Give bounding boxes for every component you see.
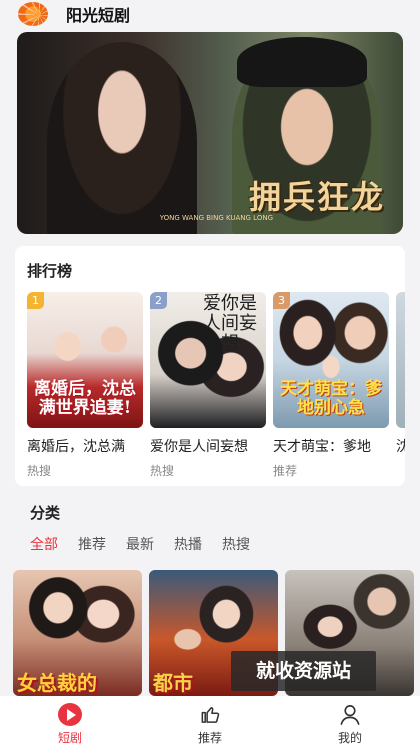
- ranking-poster-3[interactable]: 3 天才萌宝：爹地别心急: [273, 292, 389, 428]
- poster-title-3: 天才萌宝：爹地别心急: [280, 379, 382, 418]
- sun-logo-icon: [18, 2, 48, 26]
- ranking-item-2[interactable]: 2 爱你是人间妄想 爱你是人间妄想 热搜: [150, 292, 266, 482]
- featured-banner[interactable]: 拥兵狂龙 YONG WANG BING KUANG LONG: [17, 32, 403, 234]
- play-circle-icon: [58, 703, 82, 726]
- ranking-card: 排行榜 1 离婚后，沈总满世界追妻! 离婚后，沈总满 热搜 2 爱你是人间妄想 …: [15, 246, 405, 486]
- user-icon: [340, 705, 360, 725]
- banner-actress-image: [47, 42, 197, 234]
- bottom-nav: 短剧 推荐 我的: [0, 696, 420, 746]
- ranking-poster-4[interactable]: [396, 292, 405, 428]
- tab-recommend[interactable]: 推荐: [78, 534, 106, 554]
- ranking-name-1: 离婚后，沈总满: [27, 439, 125, 455]
- ranking-item-3[interactable]: 3 天才萌宝：爹地别心急 天才萌宝：爹地 推荐: [273, 292, 389, 482]
- rank-badge-2: 2: [150, 292, 167, 309]
- nav-item-short-drama[interactable]: 短剧: [0, 696, 140, 746]
- poster-title-1: 离婚后，沈总满世界追妻!: [34, 379, 136, 418]
- app-header: 阳光短剧: [0, 0, 420, 28]
- rank-badge-3: 3: [273, 292, 290, 309]
- category-title: 分类: [30, 504, 61, 522]
- nav-item-recommend[interactable]: 推荐: [140, 696, 280, 746]
- nav-label-recommend: 推荐: [197, 731, 222, 745]
- ranking-item-4[interactable]: 沈: [396, 292, 405, 482]
- tab-latest[interactable]: 最新: [126, 534, 154, 554]
- thumbs-up-icon: [201, 707, 220, 723]
- ranking-name-3: 天才萌宝：爹地: [273, 439, 371, 455]
- ranking-item-1[interactable]: 1 离婚后，沈总满世界追妻! 离婚后，沈总满 热搜: [27, 292, 143, 482]
- banner-beret-image: [237, 37, 367, 87]
- ranking-tag-1: 热搜: [27, 464, 52, 478]
- poster-title-2: 爱你是人间妄想: [203, 293, 257, 354]
- ranking-list[interactable]: 1 离婚后，沈总满世界追妻! 离婚后，沈总满 热搜 2 爱你是人间妄想 爱你是人…: [27, 292, 405, 482]
- app-title: 阳光短剧: [66, 6, 131, 25]
- nav-label-short-drama: 短剧: [57, 731, 82, 745]
- ranking-name-4: 沈: [396, 439, 405, 455]
- ranking-poster-1[interactable]: 1 离婚后，沈总满世界追妻!: [27, 292, 143, 428]
- watermark-overlay: 就收资源站: [231, 651, 376, 691]
- banner-title: 拥兵狂龙: [248, 178, 385, 216]
- ranking-tag-2: 热搜: [150, 464, 175, 478]
- category-poster-1[interactable]: 女总裁的: [13, 570, 142, 696]
- tab-hot-play[interactable]: 热播: [174, 534, 202, 554]
- ranking-name-2: 爱你是人间妄想: [150, 439, 248, 455]
- category-tabs: 全部 推荐 最新 热播 热搜: [30, 534, 250, 554]
- category-poster-title-1: 女总裁的: [17, 671, 97, 695]
- banner-subtitle: YONG WANG BING KUANG LONG: [159, 214, 273, 222]
- rank-badge-1: 1: [27, 292, 44, 309]
- ranking-tag-3: 推荐: [273, 464, 298, 478]
- nav-item-mine[interactable]: 我的: [280, 696, 420, 746]
- tab-all[interactable]: 全部: [30, 534, 58, 554]
- ranking-title: 排行榜: [27, 262, 73, 280]
- nav-label-mine: 我的: [337, 731, 362, 745]
- tab-hot-search[interactable]: 热搜: [222, 534, 250, 554]
- ranking-poster-2[interactable]: 2 爱你是人间妄想: [150, 292, 266, 428]
